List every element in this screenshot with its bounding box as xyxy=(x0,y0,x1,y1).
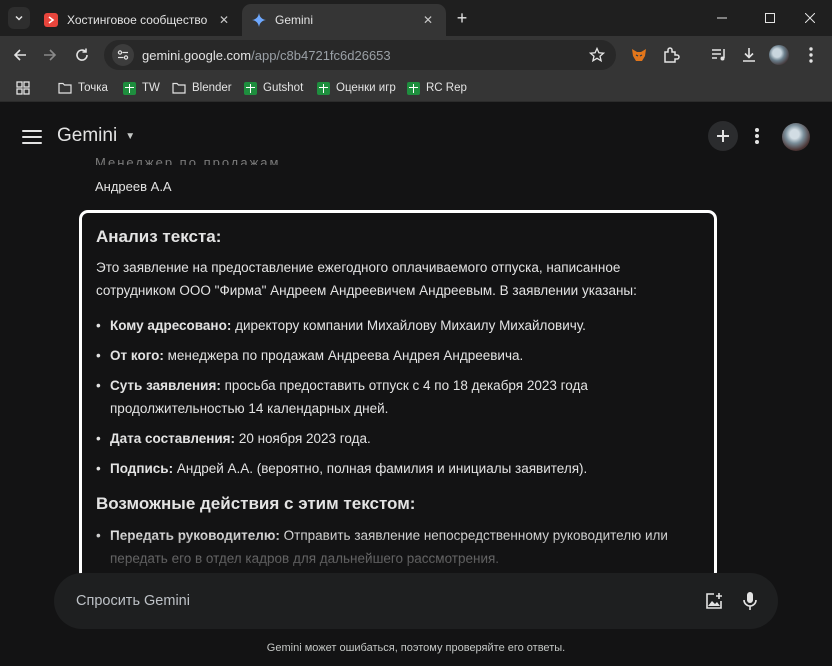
caret-down-icon: ▼ xyxy=(125,130,136,142)
analysis-intro: Это заявление на предоставление ежегодно… xyxy=(96,260,637,298)
more-options-icon[interactable] xyxy=(750,125,764,147)
details-list: Кому адресовано: директору компании Миха… xyxy=(96,314,700,480)
tab-timeweb[interactable]: Хостинговое сообщество «Tim ✕ xyxy=(34,4,242,36)
sheets-icon xyxy=(243,81,257,95)
bookmark-otsenki-igr[interactable]: Оценки игр xyxy=(316,79,396,97)
back-button[interactable] xyxy=(6,41,34,69)
bookmark-tochka[interactable]: Точка xyxy=(58,79,108,97)
sheets-icon xyxy=(406,81,420,95)
reload-icon xyxy=(76,48,88,61)
new-tab-button[interactable]: + xyxy=(452,8,472,28)
microphone-icon[interactable] xyxy=(740,590,760,612)
arrow-left-icon xyxy=(13,49,26,61)
address-bar[interactable]: gemini.google.com/app/c8b4721fc6d26653 xyxy=(104,40,616,70)
prompt-input[interactable] xyxy=(76,573,676,629)
main-menu-icon[interactable] xyxy=(22,130,42,144)
list-item: Дата составления: 20 ноября 2023 года. xyxy=(96,427,700,450)
chevron-down-icon xyxy=(15,15,23,21)
gemini-app: Gemini ▼ Менеджер по продажам Андреев А.… xyxy=(0,103,832,666)
model-picker[interactable]: Gemini ▼ xyxy=(57,125,135,147)
reload-button[interactable] xyxy=(68,41,96,69)
apps-grid-button[interactable] xyxy=(16,79,30,97)
list-item: Подпись: Андрей А.А. (вероятно, полная ф… xyxy=(96,457,700,480)
minimize-icon xyxy=(717,17,727,19)
metamask-extension-icon[interactable] xyxy=(629,45,649,65)
bookmark-label: Оценки игр xyxy=(336,82,396,94)
tab-strip: Хостинговое сообщество «Tim ✕ Gemini ✕ + xyxy=(0,0,832,36)
gemini-sparkle-icon xyxy=(252,13,266,27)
analysis-heading: Анализ текста: xyxy=(96,227,222,246)
maximize-icon xyxy=(765,13,775,23)
forward-button[interactable] xyxy=(36,41,64,69)
bookmark-gutshot[interactable]: Gutshot xyxy=(243,79,303,97)
maximize-button[interactable] xyxy=(748,0,792,36)
account-avatar[interactable] xyxy=(782,123,810,151)
extensions-icon[interactable] xyxy=(661,45,681,65)
tab-gemini[interactable]: Gemini ✕ xyxy=(242,4,446,36)
browser-toolbar: gemini.google.com/app/c8b4721fc6d26653 xyxy=(0,36,832,74)
model-response: Анализ текста: Это заявление на предоста… xyxy=(79,210,717,581)
list-item: Суть заявления: просьба предоставить отп… xyxy=(96,374,700,420)
apps-grid-icon xyxy=(16,81,30,95)
new-chat-button[interactable] xyxy=(708,121,738,151)
list-item: Передать руководителю: Отправить заявлен… xyxy=(96,524,700,570)
actions-heading: Возможные действия с этим текстом: xyxy=(96,494,416,513)
media-controls-icon[interactable] xyxy=(709,45,729,65)
bookmark-label: Точка xyxy=(78,82,108,94)
tab-close-icon[interactable]: ✕ xyxy=(420,12,436,28)
actions-list: Передать руководителю: Отправить заявлен… xyxy=(96,524,700,570)
tab-close-icon[interactable]: ✕ xyxy=(216,12,232,28)
bookmark-label: Gutshot xyxy=(263,82,304,94)
url-text: gemini.google.com/app/c8b4721fc6d26653 xyxy=(142,48,391,63)
previous-message-signature: Андреев А.А xyxy=(95,179,172,194)
arrow-right-icon xyxy=(44,49,57,61)
timeweb-favicon-icon xyxy=(44,13,58,27)
list-item: Кому адресовано: директору компании Миха… xyxy=(96,314,700,337)
list-item: От кого: менеджера по продажам Андреева … xyxy=(96,344,700,367)
app-title: Gemini xyxy=(57,125,118,146)
tab-search-button[interactable] xyxy=(8,7,30,29)
previous-message-faded-line: Менеджер по продажам xyxy=(95,155,281,165)
site-info-icon[interactable] xyxy=(112,44,134,66)
bookmark-blender[interactable]: Blender xyxy=(172,79,232,97)
prompt-box xyxy=(54,573,778,629)
bookmark-label: TW xyxy=(142,82,160,94)
folder-icon xyxy=(172,81,186,95)
plus-icon xyxy=(717,130,729,142)
sheets-icon xyxy=(316,81,330,95)
add-image-icon[interactable] xyxy=(704,591,724,611)
download-icon[interactable] xyxy=(739,45,759,65)
sheets-icon xyxy=(122,81,136,95)
bookmark-label: Blender xyxy=(192,82,232,94)
bookmark-tw[interactable]: TW xyxy=(122,79,160,97)
url-path: /app/c8b4721fc6d26653 xyxy=(251,47,391,63)
tab-title: Хостинговое сообщество «Tim xyxy=(67,13,210,27)
tab-title: Gemini xyxy=(275,13,314,27)
profile-avatar[interactable] xyxy=(769,45,789,65)
close-icon xyxy=(805,13,815,23)
bookmark-rc-rep[interactable]: RC Rep xyxy=(406,79,467,97)
minimize-button[interactable] xyxy=(700,0,744,36)
browser-menu-icon[interactable] xyxy=(801,45,821,65)
disclaimer-text: Gemini может ошибаться, поэтому проверяй… xyxy=(266,642,566,654)
bookmark-star-icon[interactable] xyxy=(588,46,606,64)
folder-icon xyxy=(58,81,72,95)
bookmark-label: RC Rep xyxy=(426,82,467,94)
url-host: gemini.google.com xyxy=(142,47,252,63)
bookmarks-bar: Точка TW Blender Gutshot Оценки игр RC R… xyxy=(0,74,832,102)
close-window-button[interactable] xyxy=(788,0,832,36)
